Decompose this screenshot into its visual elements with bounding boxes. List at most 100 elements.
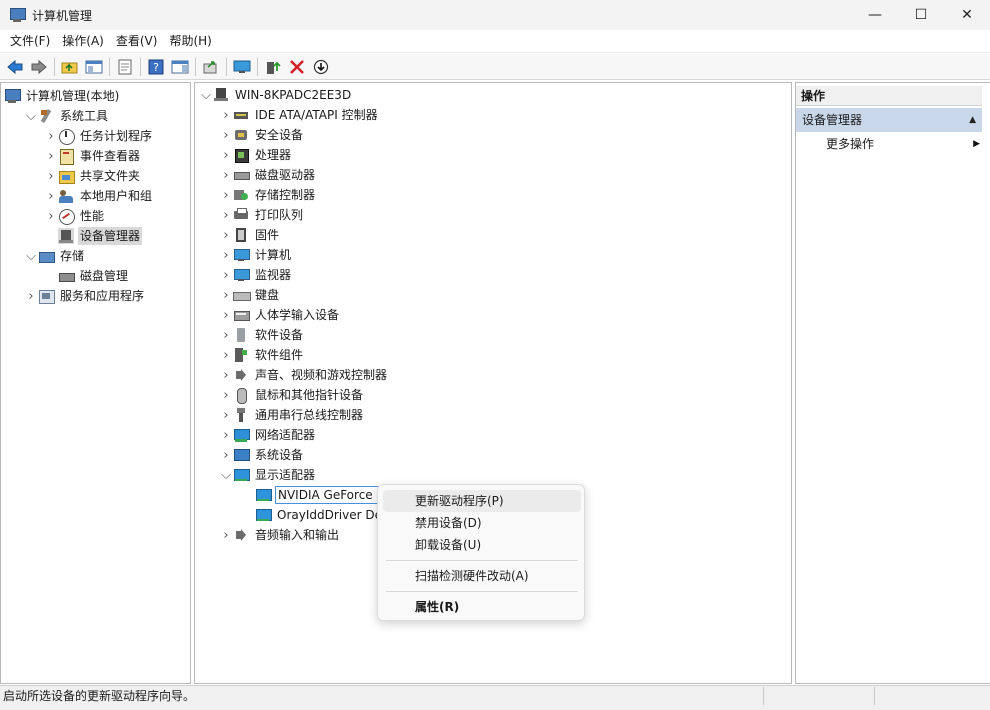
device-category-ide-controllers[interactable]: › IDE ATA/ATAPI 控制器	[219, 105, 380, 125]
chevron-right-icon[interactable]	[44, 226, 58, 246]
device-category-security-devices[interactable]: › 安全设备	[219, 125, 305, 145]
console-tree-pane[interactable]: 计算机管理(本地) ⌵ 系统工具 › 任务计划程序 › 事件查看器 › 共享文件夹 › 本地用户和组…	[0, 82, 191, 684]
device-category-label: 打印队列	[255, 208, 304, 222]
minimize-button[interactable]: —	[852, 0, 898, 30]
menu-file[interactable]: 文件(F)	[4, 30, 56, 53]
chevron-right-icon[interactable]: ›	[44, 126, 58, 146]
toolbar: ?	[0, 54, 990, 80]
task-scheduler-icon	[58, 128, 75, 145]
device-category-computer[interactable]: › 计算机	[219, 245, 293, 265]
device-category-keyboards[interactable]: › 键盘	[219, 285, 281, 305]
export-list-icon[interactable]	[201, 57, 221, 77]
chevron-right-icon[interactable]: ›	[24, 286, 38, 306]
chevron-right-icon[interactable]: ›	[44, 146, 58, 166]
device-tree-root[interactable]: ⌵ WIN-8KPADC2EE3D	[199, 85, 353, 105]
properties-icon[interactable]	[115, 57, 135, 77]
orayidd-driver-device[interactable]: OrayIddDriver De	[255, 505, 384, 525]
tree-item-disk-management[interactable]: 磁盘管理	[44, 266, 130, 286]
chevron-right-icon[interactable]: ›	[219, 345, 233, 365]
menu-action[interactable]: 操作(A)	[56, 30, 110, 53]
back-arrow-icon[interactable]	[5, 57, 25, 77]
chevron-right-icon[interactable]: ›	[219, 365, 233, 385]
computer-icon	[213, 87, 229, 103]
tree-item-shared-folders[interactable]: › 共享文件夹	[44, 166, 142, 186]
chevron-right-icon[interactable]: ›	[219, 205, 233, 225]
scan-monitor-icon[interactable]	[232, 57, 252, 77]
chevron-right-icon[interactable]	[44, 266, 58, 286]
up-folder-icon[interactable]	[60, 57, 80, 77]
tree-item-task-scheduler[interactable]: › 任务计划程序	[44, 126, 154, 146]
device-category-network-adapters[interactable]: › 网络适配器	[219, 425, 317, 445]
device-category-firmware[interactable]: › 固件	[219, 225, 281, 245]
uninstall-icon[interactable]	[287, 57, 307, 77]
chevron-right-icon[interactable]: ›	[219, 405, 233, 425]
tree-item-storage[interactable]: ⌵ 存储	[24, 246, 86, 266]
chevron-right-icon[interactable]: ›	[44, 206, 58, 226]
chevron-right-icon[interactable]: ›	[219, 525, 233, 545]
tree-item-label: 事件查看器	[80, 149, 141, 163]
tree-item-device-manager[interactable]: 设备管理器	[44, 226, 143, 246]
forward-arrow-icon[interactable]	[29, 57, 49, 77]
device-category-label: 计算机	[255, 248, 292, 262]
show-hide-tree-icon[interactable]	[84, 57, 104, 77]
chevron-right-icon[interactable]: ›	[219, 245, 233, 265]
chevron-right-icon[interactable]: ›	[219, 385, 233, 405]
chevron-down-icon[interactable]: ⌵	[24, 106, 38, 126]
maximize-button[interactable]: ☐	[898, 0, 944, 30]
device-category-software-devices[interactable]: › 软件设备	[219, 325, 305, 345]
disable-device-icon[interactable]	[311, 57, 331, 77]
uninstall-device-item[interactable]: 卸载设备(U)	[383, 534, 581, 556]
chevron-right-icon[interactable]: ›	[219, 125, 233, 145]
actions-device-manager-section[interactable]: 设备管理器 ▲	[796, 108, 982, 132]
chevron-right-icon[interactable]: ›	[44, 186, 58, 206]
tree-item-system-tools[interactable]: ⌵ 系统工具	[24, 106, 110, 126]
tree-item-services-applications[interactable]: › 服务和应用程序	[24, 286, 146, 306]
device-category-usb-controllers[interactable]: › 通用串行总线控制器	[219, 405, 365, 425]
tree-item-event-viewer[interactable]: › 事件查看器	[44, 146, 142, 166]
device-category-display-adapters[interactable]: ⌵ 显示适配器	[219, 465, 317, 485]
chevron-right-icon[interactable]: ›	[219, 325, 233, 345]
update-driver-icon[interactable]	[263, 57, 283, 77]
device-category-print-queues[interactable]: › 打印队列	[219, 205, 305, 225]
device-category-sound-video-game[interactable]: › 声音、视频和游戏控制器	[219, 365, 389, 385]
device-category-mice-pointing[interactable]: › 鼠标和其他指针设备	[219, 385, 365, 405]
update-driver-item[interactable]: 更新驱动程序(P)	[383, 490, 581, 512]
menu-help[interactable]: 帮助(H)	[163, 30, 217, 53]
menu-view[interactable]: 查看(V)	[110, 30, 164, 53]
chevron-down-icon[interactable]: ⌵	[24, 246, 38, 266]
device-category-monitors[interactable]: › 监视器	[219, 265, 293, 285]
chevron-right-icon[interactable]: ›	[219, 225, 233, 245]
chevron-right-icon[interactable]: ›	[219, 305, 233, 325]
more-actions-item[interactable]: 更多操作 ▶	[826, 134, 982, 154]
device-category-hid-devices[interactable]: › 人体学输入设备	[219, 305, 341, 325]
chevron-right-icon[interactable]: ›	[219, 185, 233, 205]
help-icon[interactable]: ?	[146, 57, 166, 77]
device-category-audio-io[interactable]: › 音频输入和输出	[219, 525, 341, 545]
device-category-processors[interactable]: › 处理器	[219, 145, 293, 165]
device-category-software-components[interactable]: › 软件组件	[219, 345, 305, 365]
tree-item-local-users-groups[interactable]: › 本地用户和组	[44, 186, 154, 206]
show-action-pane-icon[interactable]	[170, 57, 190, 77]
properties-item[interactable]: 属性(R)	[383, 596, 581, 618]
close-button[interactable]: ✕	[944, 0, 990, 30]
chevron-right-icon[interactable]: ›	[219, 425, 233, 445]
system-devices-icon	[233, 447, 250, 463]
tree-item-computer-management-local[interactable]: 计算机管理(本地)	[4, 86, 121, 106]
chevron-right-icon[interactable]: ›	[44, 166, 58, 186]
tree-item-performance[interactable]: › 性能	[44, 206, 106, 226]
chevron-right-icon[interactable]: ›	[219, 265, 233, 285]
chevron-right-icon[interactable]: ›	[219, 445, 233, 465]
chevron-right-icon[interactable]: ›	[219, 145, 233, 165]
chevron-right-icon[interactable]: ›	[219, 285, 233, 305]
chevron-down-icon[interactable]: ⌵	[199, 85, 213, 105]
chevron-right-icon[interactable]: ›	[219, 105, 233, 125]
scan-hardware-item[interactable]: 扫描检测硬件改动(A)	[383, 565, 581, 587]
collapse-up-icon[interactable]: ▲	[969, 108, 976, 132]
toolbar-separator	[226, 57, 227, 76]
device-category-system-devices[interactable]: › 系统设备	[219, 445, 305, 465]
device-category-storage-controllers[interactable]: › 存储控制器	[219, 185, 317, 205]
device-category-disk-drives[interactable]: › 磁盘驱动器	[219, 165, 317, 185]
disable-device-item[interactable]: 禁用设备(D)	[383, 512, 581, 534]
chevron-right-icon[interactable]: ›	[219, 165, 233, 185]
chevron-down-icon[interactable]: ⌵	[219, 465, 233, 485]
